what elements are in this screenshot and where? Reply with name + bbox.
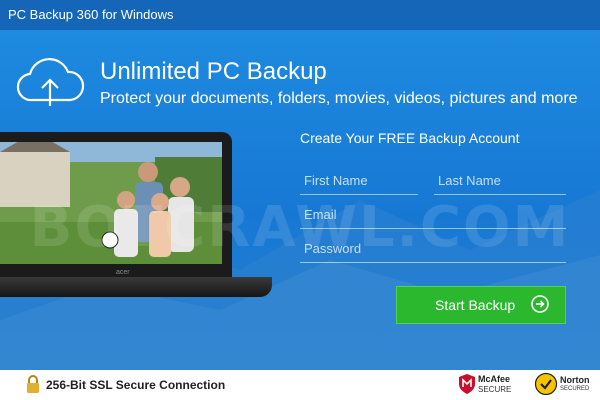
ssl-text: 256-Bit SSL Secure Connection xyxy=(46,378,226,392)
lock-icon xyxy=(27,375,39,393)
first-name-field[interactable] xyxy=(300,168,418,192)
norton-check-icon xyxy=(534,372,558,396)
laptop-screen-frame xyxy=(0,132,232,277)
laptop-base xyxy=(0,277,272,297)
cloud-upload-icon xyxy=(16,58,85,106)
norton-badge: Norton SECURED xyxy=(534,372,594,398)
mcafee-badge: McAfee SECURE xyxy=(458,372,520,398)
email-field[interactable] xyxy=(300,202,566,226)
start-backup-label: Start Backup xyxy=(435,297,516,313)
mcafee-shield-icon xyxy=(459,374,475,394)
mcafee-sub: SECURE xyxy=(478,385,512,394)
laptop-brand: acer xyxy=(116,269,130,276)
app-window: PC Backup 360 for Windows Unlimited PC B… xyxy=(0,0,600,400)
form-title: Create Your FREE Backup Account xyxy=(300,130,520,146)
email-field-container xyxy=(300,202,566,229)
last-name-field[interactable] xyxy=(434,168,566,192)
window-title: PC Backup 360 for Windows xyxy=(8,7,174,22)
mcafee-name: McAfee xyxy=(478,374,511,384)
title-bar[interactable]: PC Backup 360 for Windows xyxy=(0,0,600,30)
password-field-container xyxy=(300,236,566,263)
norton-name: Norton xyxy=(560,375,590,385)
hero-subtitle: Protect your documents, folders, movies,… xyxy=(100,90,578,107)
norton-sub: SECURED xyxy=(560,386,590,392)
family-photo xyxy=(0,142,222,264)
footer-bar: 256-Bit SSL Secure Connection McAfee SEC… xyxy=(0,370,600,400)
laptop-image: acer xyxy=(0,132,290,370)
arrow-right-circle-icon xyxy=(531,295,549,313)
password-field[interactable] xyxy=(300,236,566,260)
start-backup-button[interactable]: Start Backup xyxy=(396,286,566,324)
last-name-field-container xyxy=(434,168,566,195)
hero-title: Unlimited PC Backup xyxy=(100,58,327,85)
first-name-field-container xyxy=(300,168,418,195)
